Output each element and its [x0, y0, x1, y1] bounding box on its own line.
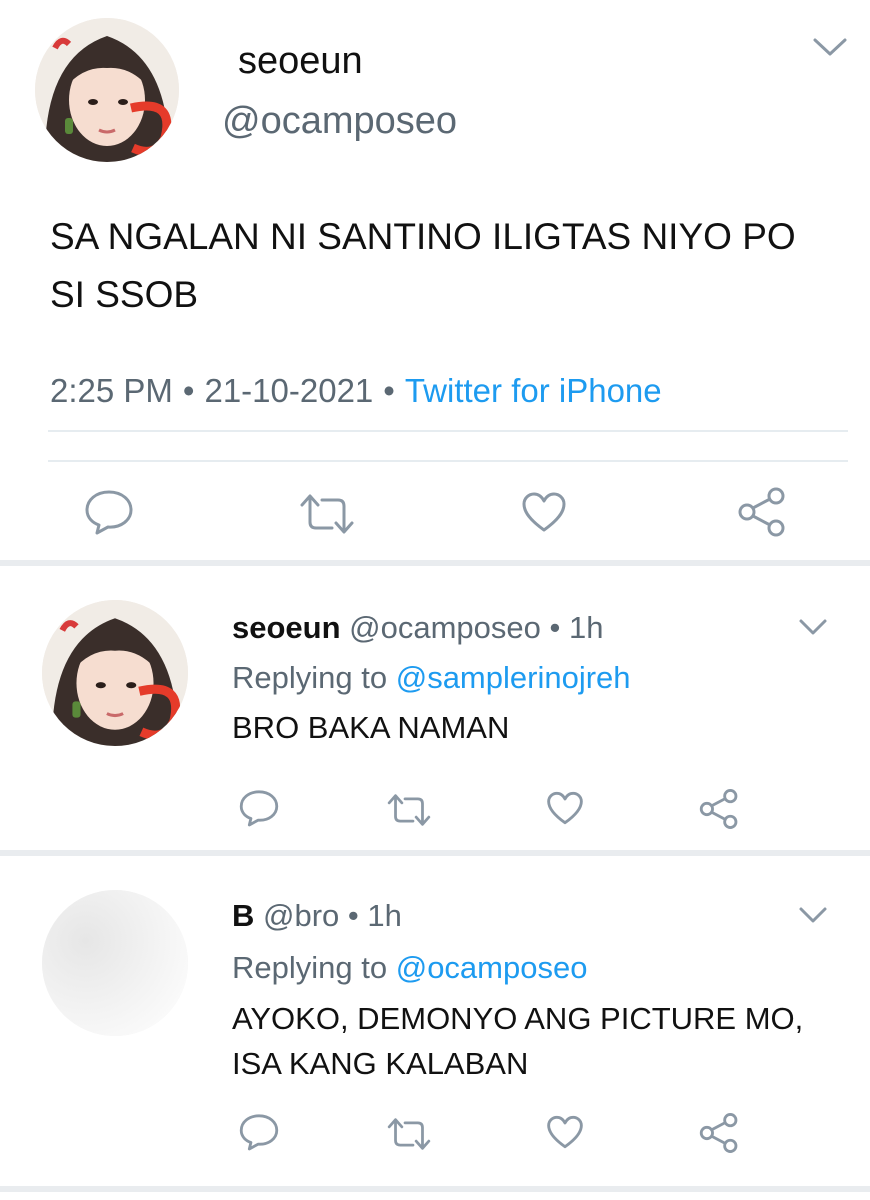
reply-header: B @bro • 1h: [232, 898, 402, 934]
reply-age: 1h: [569, 610, 604, 645]
reply-header: seoeun @ocamposeo • 1h: [232, 610, 604, 646]
share-icon[interactable]: [736, 486, 788, 538]
replying-to: Replying to @samplerinojreh: [232, 660, 631, 696]
reply-avatar[interactable]: [42, 890, 188, 1036]
replying-label: Replying to: [232, 950, 388, 985]
section-separator: [0, 1186, 870, 1192]
mention-link[interactable]: @ocamposeo: [396, 950, 588, 985]
reply-avatar[interactable]: [42, 600, 188, 746]
tweet-source-link[interactable]: Twitter for iPhone: [405, 372, 662, 409]
meta-separator: •: [383, 372, 395, 409]
replying-label: Replying to: [232, 660, 388, 695]
main-tweet-text: SA NGALAN NI SANTINO ILIGTAS NIYO PO SI …: [50, 216, 796, 315]
replying-to: Replying to @ocamposeo: [232, 950, 587, 986]
reply-handle[interactable]: @bro: [263, 898, 339, 933]
tweet-meta: 2:25 PM • 21-10-2021 • Twitter for iPhone: [50, 372, 662, 410]
meta-separator: •: [549, 610, 561, 645]
divider: [48, 460, 848, 462]
meta-separator: •: [182, 372, 195, 409]
divider: [48, 430, 848, 432]
main-handle[interactable]: @ocamposeo: [222, 100, 457, 143]
chevron-down-icon[interactable]: [812, 36, 848, 58]
main-display-name[interactable]: seoeun: [238, 40, 363, 83]
reply-display-name[interactable]: seoeun: [232, 610, 341, 645]
heart-icon[interactable]: [545, 1114, 585, 1150]
meta-separator: •: [347, 898, 359, 933]
reply-display-name[interactable]: B: [232, 898, 254, 933]
section-separator: [0, 560, 870, 566]
retweet-icon[interactable]: [298, 492, 356, 536]
reply-text: BRO BAKA NAMAN: [232, 710, 510, 745]
reply-age: 1h: [367, 898, 402, 933]
reply-icon[interactable]: [83, 488, 135, 536]
reply-text: AYOKO, DEMONYO ANG PICTURE MO, ISA KANG …: [232, 1001, 804, 1081]
reply-icon[interactable]: [238, 1112, 280, 1152]
heart-icon[interactable]: [520, 490, 568, 534]
share-icon[interactable]: [698, 788, 740, 830]
mention-link[interactable]: @samplerinojreh: [396, 660, 631, 695]
chevron-down-icon[interactable]: [798, 618, 828, 636]
chevron-down-icon[interactable]: [798, 906, 828, 924]
share-icon[interactable]: [698, 1112, 740, 1154]
heart-icon[interactable]: [545, 790, 585, 826]
main-avatar[interactable]: [35, 18, 179, 162]
reply-icon[interactable]: [238, 788, 280, 828]
retweet-icon[interactable]: [386, 792, 432, 828]
retweet-icon[interactable]: [386, 1116, 432, 1152]
reply-handle[interactable]: @ocamposeo: [349, 610, 541, 645]
tweet-date: 21-10-2021: [204, 372, 374, 409]
section-separator: [0, 850, 870, 856]
tweet-time: 2:25 PM: [50, 372, 173, 409]
